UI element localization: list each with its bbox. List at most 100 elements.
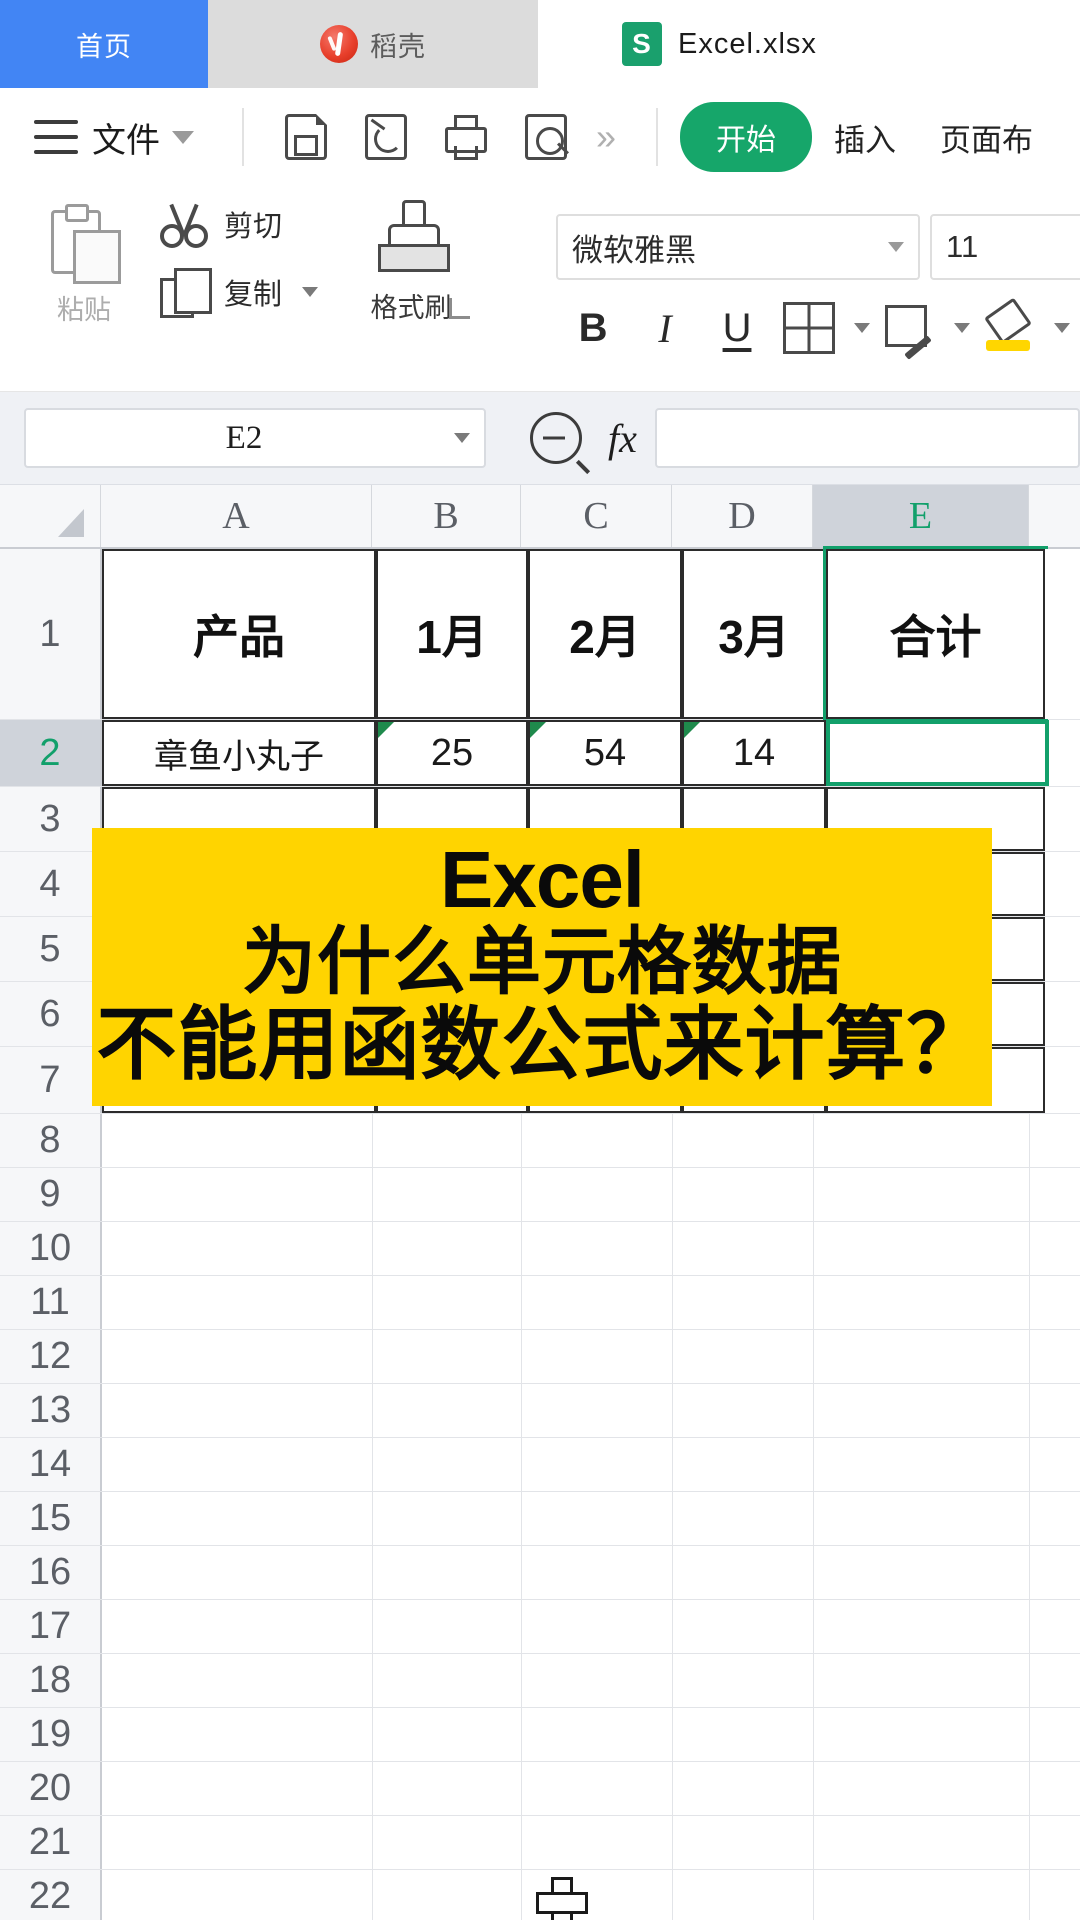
row-header-4[interactable]: 4 [0,852,102,916]
row-header-22[interactable]: 22 [0,1870,102,1920]
cell-f16[interactable] [1030,1546,1080,1599]
cell-f8[interactable] [1030,1114,1080,1167]
ribbon-tab-start[interactable]: 开始 [680,102,813,172]
cell-d22[interactable] [673,1870,814,1920]
cell-c17[interactable] [522,1600,673,1653]
cell-a11[interactable] [102,1276,373,1329]
row-header-1[interactable]: 1 [0,549,102,719]
cell-a1[interactable]: 产品 [102,549,376,719]
cell-a2[interactable]: 章鱼小丸子 [102,720,376,786]
cell-c2[interactable]: 54 [528,720,682,786]
cell-f19[interactable] [1030,1708,1080,1761]
cell-e15[interactable] [814,1492,1030,1545]
cell-f11[interactable] [1030,1276,1080,1329]
cell-b20[interactable] [373,1762,522,1815]
ribbon-tab-insert[interactable]: 插入 [812,115,918,160]
cell-e9[interactable] [814,1168,1030,1221]
cell-c13[interactable] [522,1384,673,1437]
row-header-2[interactable]: 2 [0,720,102,786]
copy-button[interactable]: 复制 [158,266,319,318]
fill-color-button[interactable] [976,297,1042,358]
cell-b8[interactable] [373,1114,522,1167]
chevron-down-icon[interactable] [302,287,319,297]
italic-button[interactable]: I [632,298,698,358]
undo-icon[interactable] [360,111,412,163]
cell-a19[interactable] [102,1708,373,1761]
chevron-down-icon[interactable] [854,323,871,333]
cell-f12[interactable] [1030,1330,1080,1383]
cell-f5[interactable] [1045,917,1080,981]
cell-e12[interactable] [814,1330,1030,1383]
file-menu-label[interactable]: 文件 [92,113,160,162]
more-commands-icon[interactable]: » [596,119,616,155]
column-header-d[interactable]: D [672,485,813,547]
cell-e22[interactable] [814,1870,1030,1920]
cell-c1[interactable]: 2月 [528,549,682,719]
cell-e10[interactable] [814,1222,1030,1275]
cell-d12[interactable] [673,1330,814,1383]
row-header-6[interactable]: 6 [0,982,102,1046]
cell-e1[interactable]: 合计 [823,546,1048,722]
cell-f18[interactable] [1030,1654,1080,1707]
cell-f6[interactable] [1045,982,1080,1046]
row-header-21[interactable]: 21 [0,1816,102,1869]
row-header-9[interactable]: 9 [0,1168,102,1221]
chevron-down-icon[interactable] [454,433,470,443]
borders-button[interactable] [776,298,842,358]
cell-d15[interactable] [673,1492,814,1545]
cell-f22[interactable] [1030,1870,1080,1920]
insert-function-icon[interactable]: fx [608,415,637,462]
cell-f4[interactable] [1045,852,1080,916]
tab-home[interactable]: 首页 [0,0,208,88]
row-header-5[interactable]: 5 [0,917,102,981]
cell-b2[interactable]: 25 [376,720,528,786]
cell-c16[interactable] [522,1546,673,1599]
row-header-15[interactable]: 15 [0,1492,102,1545]
cell-c21[interactable] [522,1816,673,1869]
cell-b19[interactable] [373,1708,522,1761]
cell-effects-button[interactable] [876,298,942,360]
row-header-16[interactable]: 16 [0,1546,102,1599]
cell-c9[interactable] [522,1168,673,1221]
tab-excel-file[interactable]: S Excel.xlsx [538,0,1080,88]
cell-a10[interactable] [102,1222,373,1275]
cell-e8[interactable] [814,1114,1030,1167]
ribbon-tab-page-layout[interactable]: 页面布 [918,115,1055,160]
row-header-11[interactable]: 11 [0,1276,102,1329]
cell-d21[interactable] [673,1816,814,1869]
cell-d1[interactable]: 3月 [682,549,826,719]
cell-e2[interactable] [826,720,1049,786]
cell-f7[interactable] [1045,1047,1080,1113]
row-header-14[interactable]: 14 [0,1438,102,1491]
column-header-c[interactable]: C [521,485,672,547]
cell-f13[interactable] [1030,1384,1080,1437]
cell-f17[interactable] [1030,1600,1080,1653]
cell-c8[interactable] [522,1114,673,1167]
cell-d20[interactable] [673,1762,814,1815]
cell-f2[interactable] [1049,720,1080,786]
cell-f3[interactable] [1045,787,1080,851]
cell-d13[interactable] [673,1384,814,1437]
cell-f9[interactable] [1030,1168,1080,1221]
cell-a18[interactable] [102,1654,373,1707]
clipboard-dialog-launcher-icon[interactable] [449,298,471,319]
cell-a13[interactable] [102,1384,373,1437]
row-header-8[interactable]: 8 [0,1114,102,1167]
cell-d9[interactable] [673,1168,814,1221]
cell-a8[interactable] [102,1114,373,1167]
cell-c14[interactable] [522,1438,673,1491]
column-header-e[interactable]: E [813,485,1029,547]
cell-f20[interactable] [1030,1762,1080,1815]
cell-d16[interactable] [673,1546,814,1599]
print-icon[interactable] [440,111,492,163]
row-header-12[interactable]: 12 [0,1330,102,1383]
cell-c20[interactable] [522,1762,673,1815]
cell-b11[interactable] [373,1276,522,1329]
chevron-down-icon[interactable] [888,242,905,252]
font-color-button[interactable]: A [1076,298,1080,358]
cell-b14[interactable] [373,1438,522,1491]
row-header-18[interactable]: 18 [0,1654,102,1707]
column-header-b[interactable]: B [372,485,521,547]
hamburger-menu-icon[interactable] [34,120,78,154]
column-header-a[interactable]: A [101,485,372,547]
